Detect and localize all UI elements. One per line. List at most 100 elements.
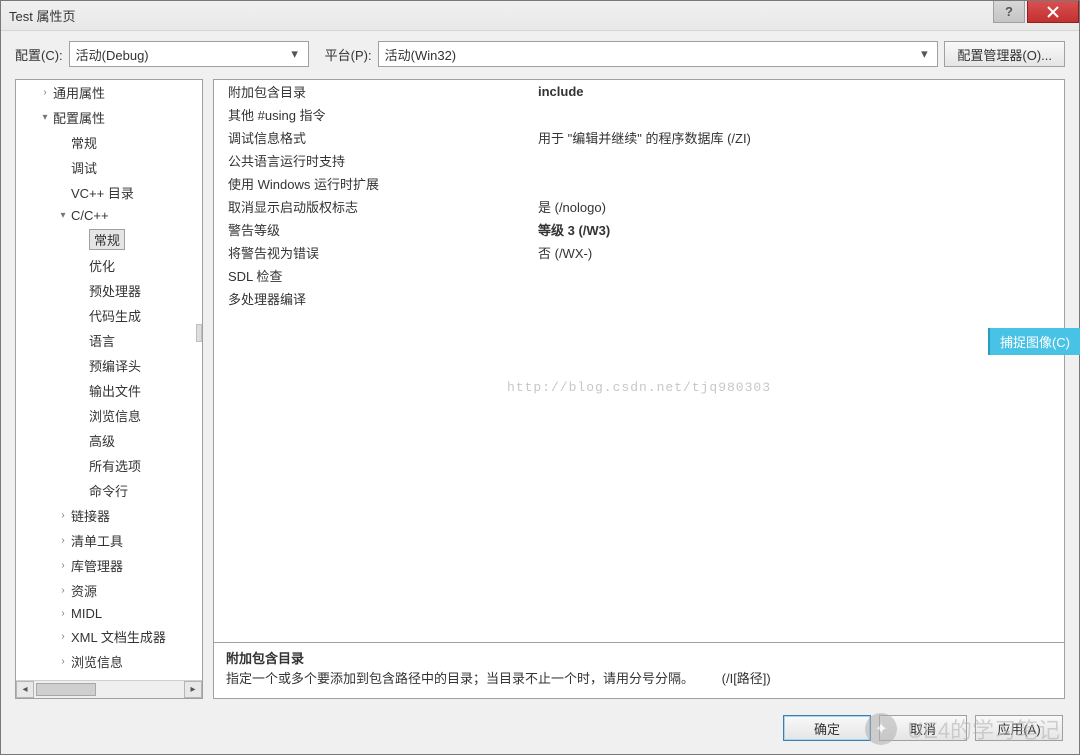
config-combo[interactable]: 活动(Debug) ▾ bbox=[69, 41, 309, 67]
apply-button[interactable]: 应用(A) bbox=[975, 715, 1063, 741]
watermark-text: http://blog.csdn.net/tjq980303 bbox=[507, 380, 771, 395]
tree-item[interactable]: ›生成事件 bbox=[16, 674, 202, 680]
collapsed-icon[interactable]: › bbox=[56, 680, 70, 681]
collapsed-icon[interactable]: › bbox=[56, 559, 70, 573]
tree-item-label: 浏览信息 bbox=[71, 652, 123, 671]
no-expander bbox=[74, 359, 88, 373]
close-icon bbox=[1047, 6, 1059, 18]
property-key: 警告等级 bbox=[214, 220, 534, 239]
property-key: 调试信息格式 bbox=[214, 128, 534, 147]
right-pane: 附加包含目录include其他 #using 指令调试信息格式用于 "编辑并继续… bbox=[213, 79, 1065, 699]
property-row[interactable]: 将警告视为错误否 (/WX-) bbox=[214, 241, 1064, 264]
tree-item[interactable]: 常规 bbox=[16, 130, 202, 155]
no-expander bbox=[74, 384, 88, 398]
tree-item[interactable]: ›XML 文档生成器 bbox=[16, 624, 202, 649]
tree-item[interactable]: 优化 bbox=[16, 253, 202, 278]
property-key: 使用 Windows 运行时扩展 bbox=[214, 174, 534, 193]
capture-image-label: 捕捉图像(C) bbox=[1000, 335, 1070, 350]
tree-item[interactable]: ›通用属性 bbox=[16, 80, 202, 105]
help-button[interactable]: ? bbox=[993, 1, 1025, 23]
property-row[interactable]: 其他 #using 指令 bbox=[214, 103, 1064, 126]
tree-scroll-marker[interactable] bbox=[196, 324, 202, 342]
tree-item[interactable]: ▾C/C++ bbox=[16, 205, 202, 226]
tree-item[interactable]: 语言 bbox=[16, 328, 202, 353]
collapsed-icon[interactable]: › bbox=[56, 534, 70, 548]
tree-item[interactable]: 输出文件 bbox=[16, 378, 202, 403]
collapsed-icon[interactable]: › bbox=[56, 584, 70, 598]
grid-rows: 附加包含目录include其他 #using 指令调试信息格式用于 "编辑并继续… bbox=[214, 80, 1064, 310]
no-expander bbox=[74, 259, 88, 273]
expanded-icon[interactable]: ▾ bbox=[38, 111, 52, 125]
description-title: 附加包含目录 bbox=[226, 649, 1052, 669]
tree-item-label: 通用属性 bbox=[53, 83, 105, 102]
capture-image-tag[interactable]: 捕捉图像(C) bbox=[988, 328, 1080, 355]
tree-item[interactable]: 预处理器 bbox=[16, 278, 202, 303]
property-grid[interactable]: 附加包含目录include其他 #using 指令调试信息格式用于 "编辑并继续… bbox=[213, 79, 1065, 643]
no-expander bbox=[74, 409, 88, 423]
property-key: 公共语言运行时支持 bbox=[214, 151, 534, 170]
property-row[interactable]: 使用 Windows 运行时扩展 bbox=[214, 172, 1064, 195]
platform-combo[interactable]: 活动(Win32) ▾ bbox=[378, 41, 939, 67]
property-row[interactable]: 附加包含目录include bbox=[214, 80, 1064, 103]
collapsed-icon[interactable]: › bbox=[38, 86, 52, 100]
property-row[interactable]: 调试信息格式用于 "编辑并继续" 的程序数据库 (/ZI) bbox=[214, 126, 1064, 149]
tree-item[interactable]: ›资源 bbox=[16, 578, 202, 603]
tree-item[interactable]: ›链接器 bbox=[16, 503, 202, 528]
ok-button[interactable]: 确定 bbox=[783, 715, 871, 741]
tree-item[interactable]: 高级 bbox=[16, 428, 202, 453]
cancel-button[interactable]: 取消 bbox=[879, 715, 967, 741]
tree-item[interactable]: 常规 bbox=[16, 226, 202, 253]
property-row[interactable]: 警告等级等级 3 (/W3) bbox=[214, 218, 1064, 241]
tree-item[interactable]: 命令行 bbox=[16, 478, 202, 503]
tree-item[interactable]: VC++ 目录 bbox=[16, 180, 202, 205]
config-manager-button[interactable]: 配置管理器(O)... bbox=[944, 41, 1065, 67]
collapsed-icon[interactable]: › bbox=[56, 655, 70, 669]
tree-item[interactable]: 浏览信息 bbox=[16, 403, 202, 428]
property-value[interactable]: include bbox=[534, 84, 1064, 99]
expanded-icon[interactable]: ▾ bbox=[56, 209, 70, 223]
no-expander bbox=[56, 186, 70, 200]
collapsed-icon[interactable]: › bbox=[56, 509, 70, 523]
tree-item[interactable]: 调试 bbox=[16, 155, 202, 180]
no-expander bbox=[74, 459, 88, 473]
hscroll-thumb[interactable] bbox=[36, 683, 96, 696]
tree-item[interactable]: 所有选项 bbox=[16, 453, 202, 478]
platform-combo-value: 活动(Win32) bbox=[385, 45, 457, 64]
scroll-left-icon[interactable]: ◂ bbox=[16, 681, 34, 698]
property-key: 多处理器编译 bbox=[214, 289, 534, 308]
close-button[interactable] bbox=[1027, 1, 1079, 23]
property-row[interactable]: SDL 检查 bbox=[214, 264, 1064, 287]
tree-item-label: 语言 bbox=[89, 331, 115, 350]
tree-item-label: 浏览信息 bbox=[89, 406, 141, 425]
property-value[interactable]: 是 (/nologo) bbox=[534, 197, 1064, 216]
no-expander bbox=[56, 136, 70, 150]
tree-scroll[interactable]: ›通用属性▾配置属性常规调试VC++ 目录▾C/C++常规优化预处理器代码生成语… bbox=[16, 80, 202, 680]
property-row[interactable]: 公共语言运行时支持 bbox=[214, 149, 1064, 172]
tree-pane: ›通用属性▾配置属性常规调试VC++ 目录▾C/C++常规优化预处理器代码生成语… bbox=[15, 79, 203, 699]
property-row[interactable]: 多处理器编译 bbox=[214, 287, 1064, 310]
dialog-window: Test 属性页 ? 配置(C): 活动(Debug) ▾ 平台(P): 活动(… bbox=[0, 0, 1080, 755]
collapsed-icon[interactable]: › bbox=[56, 630, 70, 644]
tree-item[interactable]: ›浏览信息 bbox=[16, 649, 202, 674]
property-value[interactable]: 否 (/WX-) bbox=[534, 243, 1064, 262]
tree-item-label: VC++ 目录 bbox=[71, 183, 134, 202]
scroll-right-icon[interactable]: ▸ bbox=[184, 681, 202, 698]
description-pane: 附加包含目录 指定一个或多个要添加到包含路径中的目录；当目录不止一个时，请用分号… bbox=[213, 643, 1065, 699]
tree-item[interactable]: ▾配置属性 bbox=[16, 105, 202, 130]
property-value[interactable]: 等级 3 (/W3) bbox=[534, 220, 1064, 239]
tree-item[interactable]: 代码生成 bbox=[16, 303, 202, 328]
tree-item[interactable]: ›MIDL bbox=[16, 603, 202, 624]
tree-item-label: 常规 bbox=[71, 133, 97, 152]
tree-item[interactable]: 预编译头 bbox=[16, 353, 202, 378]
collapsed-icon[interactable]: › bbox=[56, 607, 70, 621]
hscroll-track[interactable] bbox=[34, 681, 184, 698]
property-value[interactable]: 用于 "编辑并继续" 的程序数据库 (/ZI) bbox=[534, 128, 1064, 147]
property-key: 其他 #using 指令 bbox=[214, 105, 534, 124]
tree-hscrollbar[interactable]: ◂ ▸ bbox=[16, 680, 202, 698]
no-expander bbox=[74, 484, 88, 498]
titlebar: Test 属性页 ? bbox=[1, 1, 1079, 31]
tree-item[interactable]: ›库管理器 bbox=[16, 553, 202, 578]
property-row[interactable]: 取消显示启动版权标志是 (/nologo) bbox=[214, 195, 1064, 218]
main-area: ›通用属性▾配置属性常规调试VC++ 目录▾C/C++常规优化预处理器代码生成语… bbox=[15, 79, 1065, 699]
tree-item[interactable]: ›清单工具 bbox=[16, 528, 202, 553]
